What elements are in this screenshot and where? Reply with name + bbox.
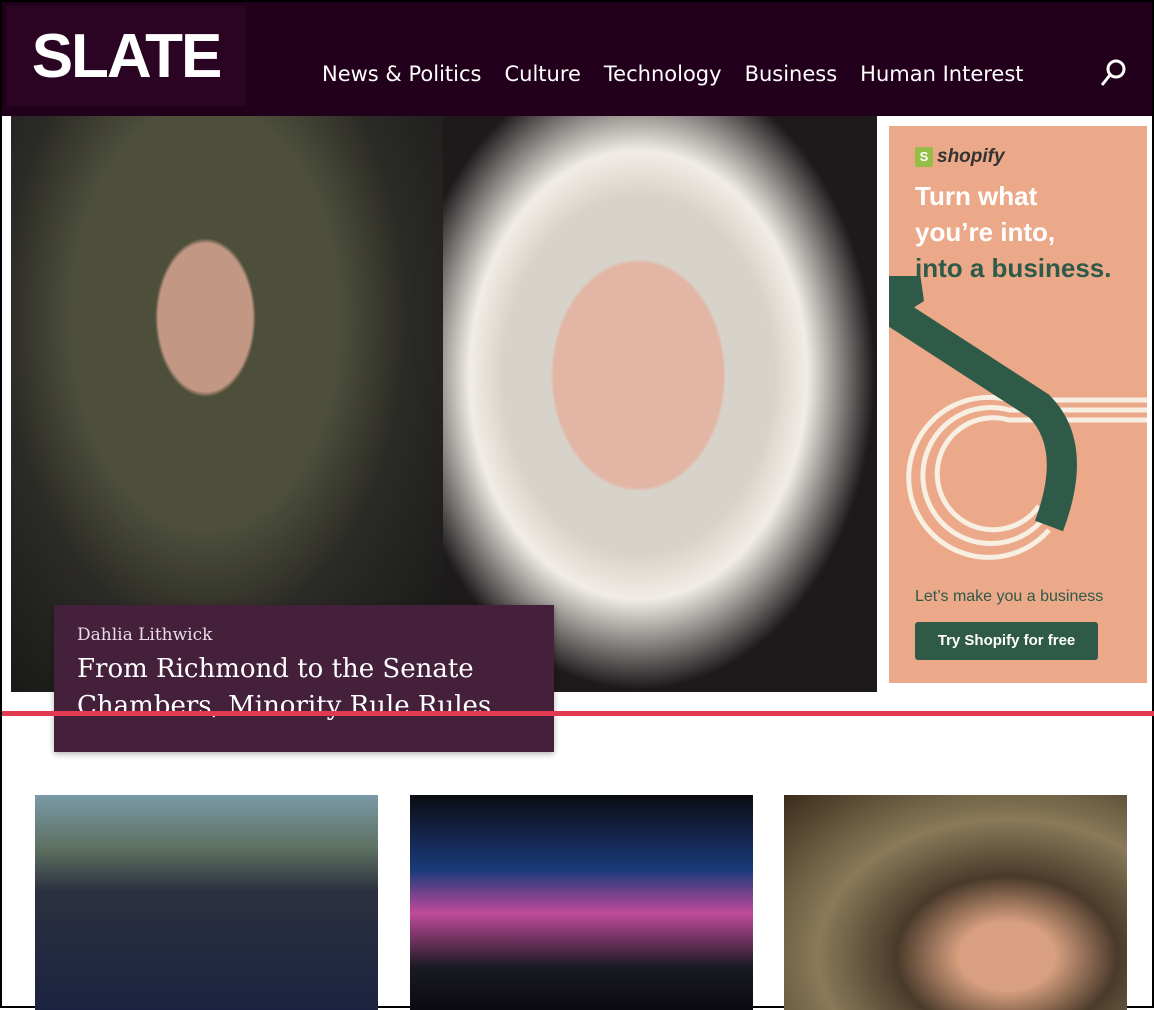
ad-headline: Turn what you’re into, into a business.	[915, 181, 1112, 283]
search-icon[interactable]	[1098, 58, 1128, 88]
hero-caption[interactable]: Dahlia Lithwick From Richmond to the Sen…	[54, 605, 554, 752]
nav-technology[interactable]: Technology	[604, 62, 722, 86]
ad-brand: shopify	[937, 146, 1005, 167]
main-nav: News & Politics Culture Technology Busin…	[322, 62, 1024, 86]
slate-logo[interactable]: SLATE	[6, 6, 246, 106]
try-shopify-button[interactable]: Try Shopify for free	[915, 622, 1098, 660]
ad-subtext: Let’s make you a business	[915, 588, 1104, 605]
nav-business[interactable]: Business	[745, 62, 838, 86]
nav-culture[interactable]: Culture	[504, 62, 580, 86]
site-header: SLATE News & Politics Culture Technology…	[2, 2, 1152, 116]
shopify-ad[interactable]: Sshopify Turn what you’re into, into a bus…	[889, 126, 1147, 683]
shopping-bag-icon: S	[915, 147, 933, 167]
nav-human-interest[interactable]: Human Interest	[860, 62, 1023, 86]
shopify-logo: Sshopify	[915, 146, 1005, 168]
story-thumbnail-1[interactable]	[35, 795, 378, 1010]
section-divider	[2, 711, 1154, 716]
nav-news-politics[interactable]: News & Politics	[322, 62, 481, 86]
arrow-loop-graphic	[889, 276, 1147, 560]
story-thumbnail-3[interactable]	[784, 795, 1127, 1010]
story-thumbnail-2[interactable]	[410, 795, 753, 1010]
hero-author[interactable]: Dahlia Lithwick	[77, 625, 531, 645]
